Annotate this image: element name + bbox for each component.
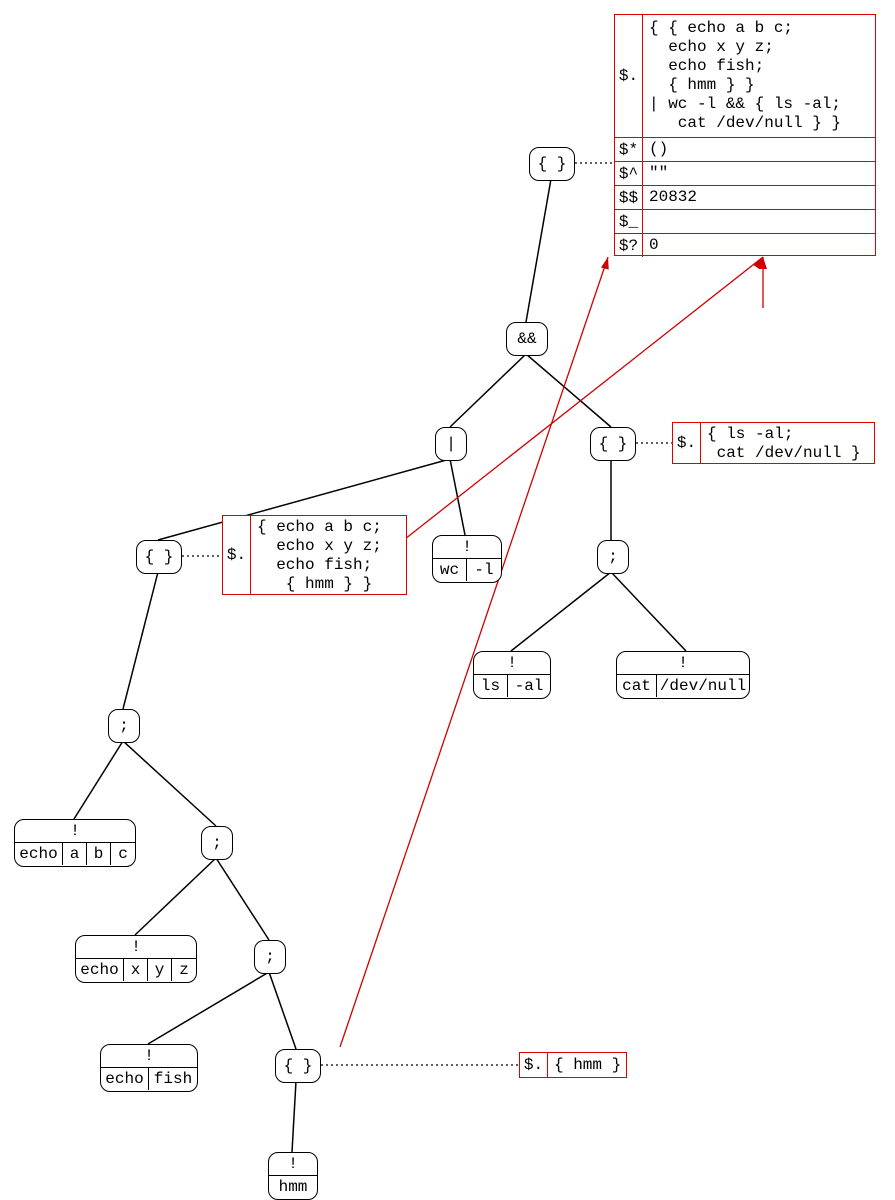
tree-edge — [216, 858, 269, 940]
tree-node-and: && — [506, 322, 548, 356]
bang-icon: ! — [433, 536, 501, 559]
tree-node-semi1: ; — [108, 709, 140, 743]
arg-cell: cat — [617, 675, 657, 697]
env-bottom-key: $. — [520, 1053, 548, 1077]
tree-node-braceL: { } — [136, 540, 182, 574]
env-table-left: $. { echo a b c; echo x y z; echo fish; … — [222, 515, 407, 595]
bang-icon: ! — [76, 936, 196, 959]
command-node-echoxyz: !echoxyz — [75, 935, 197, 983]
tree-edge — [269, 972, 296, 1049]
tree-edge — [135, 858, 216, 935]
env-left-val: { echo a b c; echo x y z; echo fish; { h… — [257, 518, 382, 594]
tree-node-root: { } — [529, 147, 575, 181]
bang-icon: ! — [269, 1153, 317, 1176]
env-table-main: $. { { echo a b c; echo x y z; echo fish… — [614, 14, 876, 256]
tree-edge — [526, 179, 551, 322]
arg-cell: z — [172, 959, 196, 981]
reference-arrow — [340, 257, 608, 1047]
bang-icon: ! — [15, 820, 135, 843]
tree-node-braceR: { } — [590, 427, 636, 461]
tree-node-braceH: { } — [275, 1049, 321, 1083]
env-bottom-val: { hmm } — [554, 1056, 621, 1075]
tree-edge — [511, 572, 611, 651]
env-left-key: $. — [223, 516, 251, 594]
env-val-star: () — [649, 140, 668, 159]
env-key-q: $? — [615, 234, 643, 257]
command-node-echoabc: !echoabc — [14, 819, 136, 867]
tree-node-semiR: ; — [597, 540, 629, 574]
bang-icon: ! — [474, 652, 550, 675]
arg-cell: -l — [467, 559, 501, 581]
command-node-wc: !wc-l — [432, 535, 502, 583]
command-node-ls: !ls-al — [473, 651, 551, 699]
tree-edge — [292, 1081, 296, 1152]
env-key-under: $_ — [615, 210, 643, 233]
arg-cell: /dev/null — [657, 675, 749, 697]
env-val-pid: 20832 — [649, 188, 697, 207]
arg-cell: echo — [15, 843, 63, 865]
reference-arrow — [405, 257, 763, 539]
command-node-hmm: !hmm — [268, 1152, 318, 1200]
tree-edge — [526, 354, 611, 427]
command-node-echofsh: !echofish — [100, 1044, 198, 1092]
arg-cell: c — [111, 843, 135, 865]
env-right-key: $. — [673, 423, 701, 463]
env-val-q: 0 — [649, 236, 659, 255]
tree-edge — [611, 572, 686, 651]
arg-cell: hmm — [269, 1176, 317, 1198]
arg-cell: wc — [433, 559, 467, 581]
tree-edge — [123, 741, 216, 826]
env-table-bottom: $. { hmm } — [519, 1052, 627, 1078]
env-right-val: { ls -al; cat /dev/null } — [707, 425, 861, 463]
tree-node-pipe: | — [435, 427, 467, 461]
bang-icon: ! — [617, 652, 749, 675]
env-key-dot: $. — [615, 15, 643, 137]
env-val-caret: "" — [649, 164, 668, 183]
arg-cell: fish — [149, 1068, 197, 1090]
arg-cell: echo — [101, 1068, 149, 1090]
arrowhead-icon — [601, 256, 612, 270]
env-key-pid: $$ — [615, 186, 643, 209]
arg-cell: a — [63, 843, 87, 865]
arg-cell: -al — [508, 675, 550, 697]
env-key-star: $* — [615, 138, 643, 161]
bang-icon: ! — [101, 1045, 197, 1068]
arg-cell: echo — [76, 959, 124, 981]
command-node-cat: !cat/dev/null — [616, 651, 750, 699]
arg-cell: ls — [474, 675, 508, 697]
env-table-right: $. { ls -al; cat /dev/null } — [672, 422, 875, 464]
env-val-dot: { { echo a b c; echo x y z; echo fish; {… — [649, 19, 841, 133]
arg-cell: y — [148, 959, 172, 981]
tree-edge — [450, 354, 526, 427]
tree-edge — [74, 741, 123, 819]
arg-cell: x — [124, 959, 148, 981]
tree-edge — [123, 572, 158, 709]
arg-cell: b — [87, 843, 111, 865]
tree-node-semi2: ; — [201, 826, 233, 860]
env-key-caret: $^ — [615, 162, 643, 185]
tree-node-semi3: ; — [254, 940, 286, 974]
